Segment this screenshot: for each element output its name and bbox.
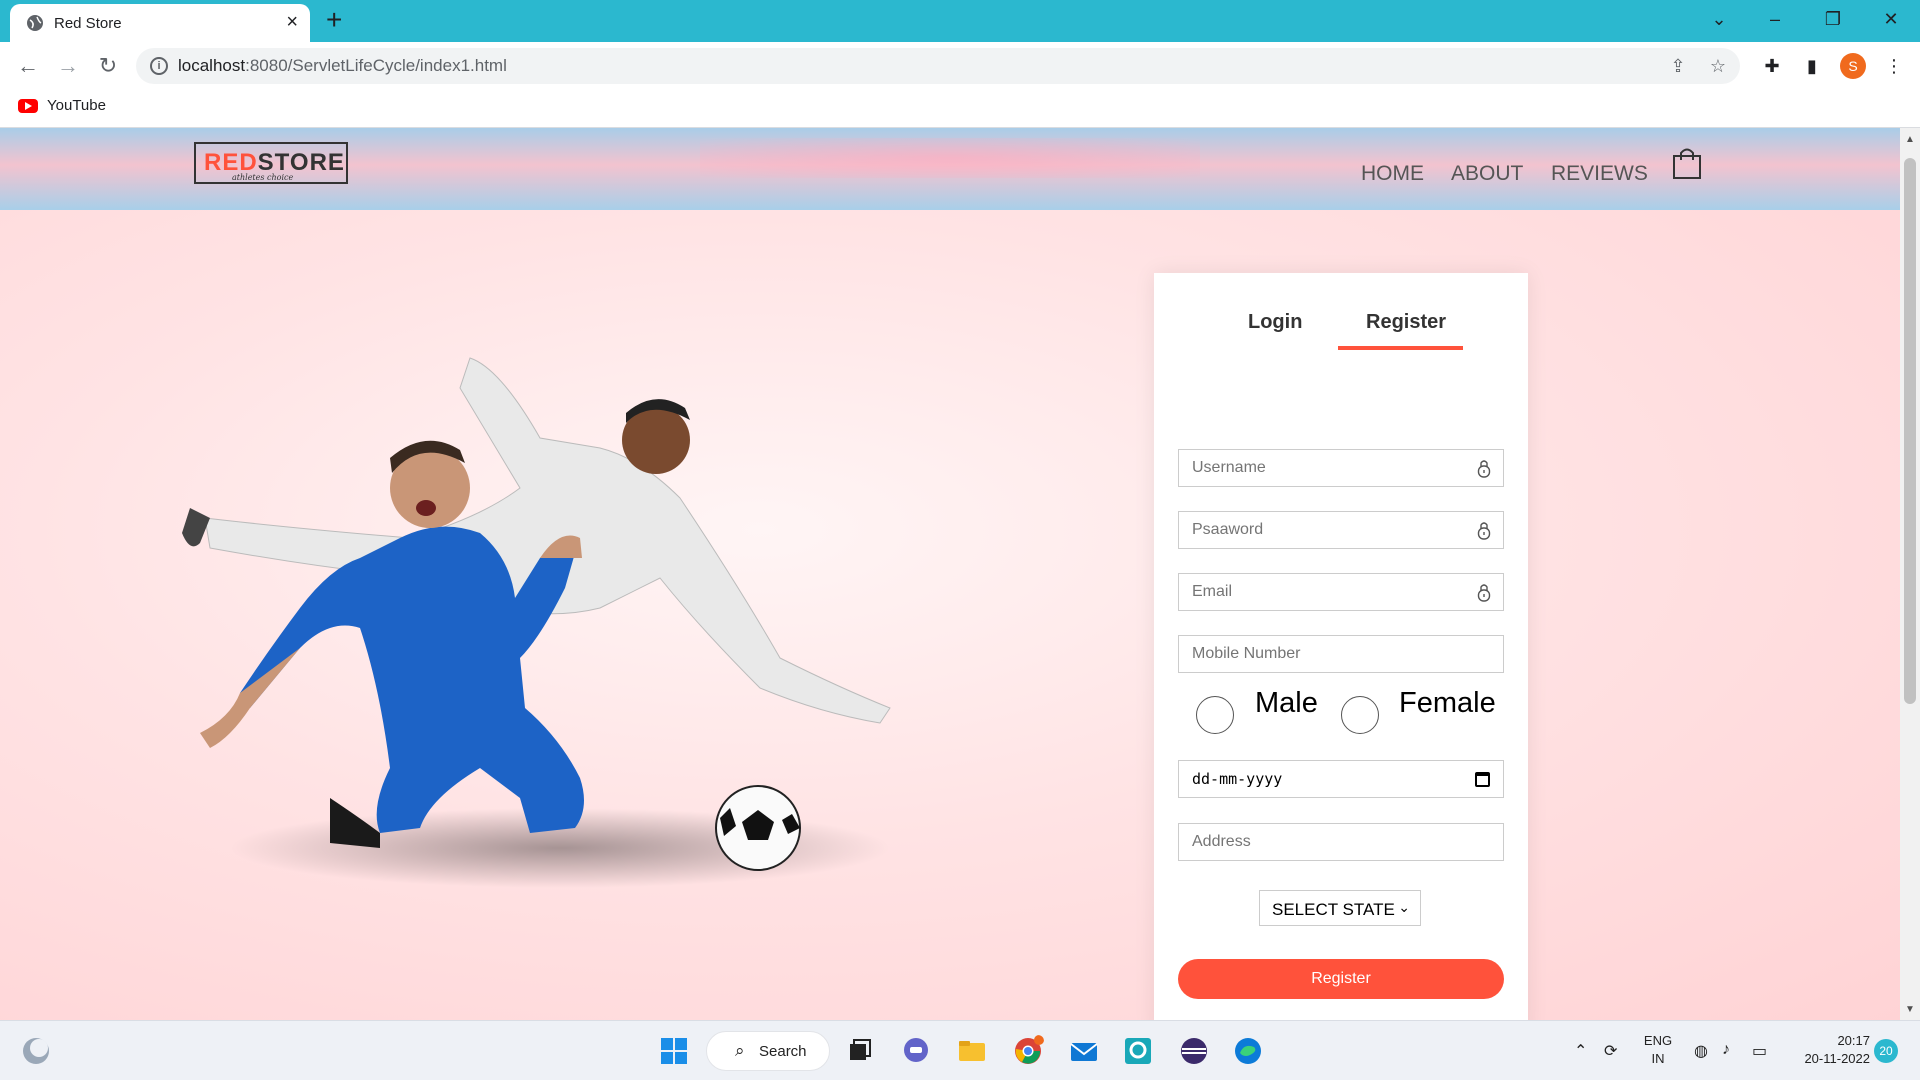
calendar-icon[interactable] bbox=[1475, 772, 1490, 787]
profile-avatar[interactable]: S bbox=[1840, 53, 1866, 79]
tab-search-chevron-icon[interactable]: ⌄ bbox=[1708, 8, 1730, 30]
password-field[interactable]: Psaaword bbox=[1178, 511, 1504, 549]
close-window-icon[interactable]: ✕ bbox=[1880, 8, 1902, 30]
address-bar[interactable]: i localhost:8080/ServletLifeCycle/index1… bbox=[136, 48, 1740, 84]
tab-login[interactable]: Login bbox=[1248, 311, 1302, 334]
scroll-up-icon[interactable]: ▲ bbox=[1904, 134, 1916, 145]
shopping-bag-icon[interactable] bbox=[1672, 146, 1702, 180]
network-globe-icon[interactable]: ◍ bbox=[1694, 1041, 1708, 1061]
minimize-icon[interactable]: – bbox=[1764, 8, 1786, 30]
tab-title: Red Store bbox=[54, 15, 122, 32]
widgets-icon[interactable] bbox=[20, 1035, 52, 1067]
taskbar-search[interactable]: ⌕ Search bbox=[706, 1031, 830, 1071]
browser-tab[interactable]: Red Store × bbox=[10, 4, 310, 42]
mobile-number-field[interactable]: Mobile Number bbox=[1178, 635, 1504, 673]
bookmark-youtube[interactable]: YouTube bbox=[47, 97, 106, 114]
chevron-up-icon[interactable]: ⌃ bbox=[1574, 1041, 1587, 1061]
youtube-icon[interactable] bbox=[18, 99, 38, 113]
chrome-icon[interactable] bbox=[1012, 1035, 1044, 1067]
nav-home[interactable]: HOME bbox=[1361, 162, 1424, 186]
lock-icon bbox=[1477, 522, 1491, 540]
store-icon[interactable] bbox=[1122, 1035, 1154, 1067]
url-text[interactable]: localhost:8080/ServletLifeCycle/index1.h… bbox=[178, 56, 507, 76]
bookmark-star-icon[interactable]: ☆ bbox=[1708, 56, 1728, 76]
share-icon[interactable]: ⇪ bbox=[1668, 56, 1688, 76]
reload-icon[interactable]: ↻ bbox=[96, 54, 120, 78]
active-tab-indicator bbox=[1338, 346, 1463, 350]
hero-soccer-players-image bbox=[182, 357, 891, 888]
restore-icon[interactable]: ❐ bbox=[1822, 8, 1844, 30]
scroll-down-icon[interactable]: ▼ bbox=[1904, 1004, 1916, 1015]
address-placeholder: Address bbox=[1192, 833, 1251, 850]
menu-icon[interactable]: ⋮ bbox=[1882, 54, 1906, 78]
mail-icon[interactable] bbox=[1068, 1035, 1100, 1067]
globe-icon bbox=[27, 15, 43, 31]
search-icon: ⌕ bbox=[735, 1041, 745, 1060]
address-field[interactable]: Address bbox=[1178, 823, 1504, 861]
lock-icon bbox=[1477, 460, 1491, 478]
close-tab-icon[interactable]: × bbox=[286, 12, 298, 32]
gender-female-label: Female bbox=[1399, 687, 1496, 719]
gender-male-label: Male bbox=[1255, 687, 1318, 719]
language-indicator-top[interactable]: ENG bbox=[1640, 1033, 1676, 1048]
date-placeholder: dd-mm-yyyy bbox=[1192, 770, 1283, 788]
nav-about[interactable]: ABOUT bbox=[1451, 162, 1523, 186]
lock-icon bbox=[1477, 584, 1491, 602]
nav-reviews[interactable]: REVIEWS bbox=[1551, 162, 1648, 186]
auth-form-card: Login Register Username Psaaword Email M… bbox=[1154, 273, 1528, 1020]
edge-icon[interactable] bbox=[1232, 1035, 1264, 1067]
mobile-number-placeholder: Mobile Number bbox=[1192, 645, 1301, 662]
windows-start-icon[interactable] bbox=[658, 1035, 690, 1067]
browser-toolbar: ← → ↻ i localhost:8080/ServletLifeCycle/… bbox=[0, 42, 1920, 90]
extensions-icon[interactable]: ✚ bbox=[1760, 54, 1784, 78]
new-tab-icon[interactable]: + bbox=[326, 6, 342, 34]
task-view-icon[interactable] bbox=[844, 1035, 876, 1067]
password-placeholder: Psaaword bbox=[1192, 521, 1264, 538]
back-icon[interactable]: ← bbox=[16, 54, 40, 78]
site-logo[interactable]: REDSTORE athletes choice bbox=[194, 142, 348, 184]
gender-male-radio[interactable] bbox=[1196, 696, 1234, 734]
file-explorer-icon[interactable] bbox=[956, 1035, 988, 1067]
state-select-value: SELECT STATE bbox=[1272, 900, 1395, 919]
browser-titlebar: Red Store × + ⌄ – ❐ ✕ bbox=[0, 0, 1920, 42]
taskbar-search-label: Search bbox=[759, 1043, 807, 1060]
battery-icon[interactable]: ▭ bbox=[1752, 1041, 1767, 1061]
username-placeholder: Username bbox=[1192, 459, 1266, 476]
email-placeholder: Email bbox=[1192, 583, 1233, 600]
volume-icon[interactable]: ♪ bbox=[1722, 1041, 1730, 1059]
notification-badge[interactable]: 20 bbox=[1874, 1039, 1898, 1063]
teams-chat-icon[interactable] bbox=[900, 1035, 932, 1067]
logo-tagline: athletes choice bbox=[232, 173, 294, 182]
scroll-thumb[interactable] bbox=[1904, 158, 1916, 704]
site-info-icon[interactable]: i bbox=[150, 57, 168, 75]
date-of-birth-field[interactable]: dd-mm-yyyy bbox=[1178, 760, 1504, 798]
sync-icon[interactable]: ⟳ bbox=[1604, 1041, 1617, 1061]
forward-icon[interactable]: → bbox=[56, 54, 80, 78]
page-viewport: REDSTORE athletes choice HOME ABOUT REVI… bbox=[0, 128, 1900, 1020]
email-field[interactable]: Email bbox=[1178, 573, 1504, 611]
gender-female-radio[interactable] bbox=[1341, 696, 1379, 734]
os-taskbar: ⌕ Search ⌃ ⟳ ENG IN ◍ ♪ ▭ 20:17 20-11-20… bbox=[0, 1020, 1920, 1080]
side-panel-icon[interactable]: ▮ bbox=[1800, 54, 1824, 78]
bookmarks-bar: YouTube bbox=[0, 90, 1920, 128]
tab-register[interactable]: Register bbox=[1366, 311, 1446, 334]
language-indicator-bottom[interactable]: IN bbox=[1640, 1051, 1676, 1066]
chevron-down-icon: ⌄ bbox=[1398, 899, 1410, 915]
username-field[interactable]: Username bbox=[1178, 449, 1504, 487]
clock-date[interactable]: 20-11-2022 bbox=[1780, 1051, 1870, 1066]
clock-time[interactable]: 20:17 bbox=[1790, 1033, 1870, 1048]
eclipse-icon[interactable] bbox=[1178, 1035, 1210, 1067]
register-button[interactable]: Register bbox=[1178, 959, 1504, 999]
state-select[interactable]: SELECT STATE ⌄ bbox=[1259, 890, 1421, 926]
page-scrollbar[interactable]: ▲ ▼ bbox=[1900, 128, 1920, 1020]
